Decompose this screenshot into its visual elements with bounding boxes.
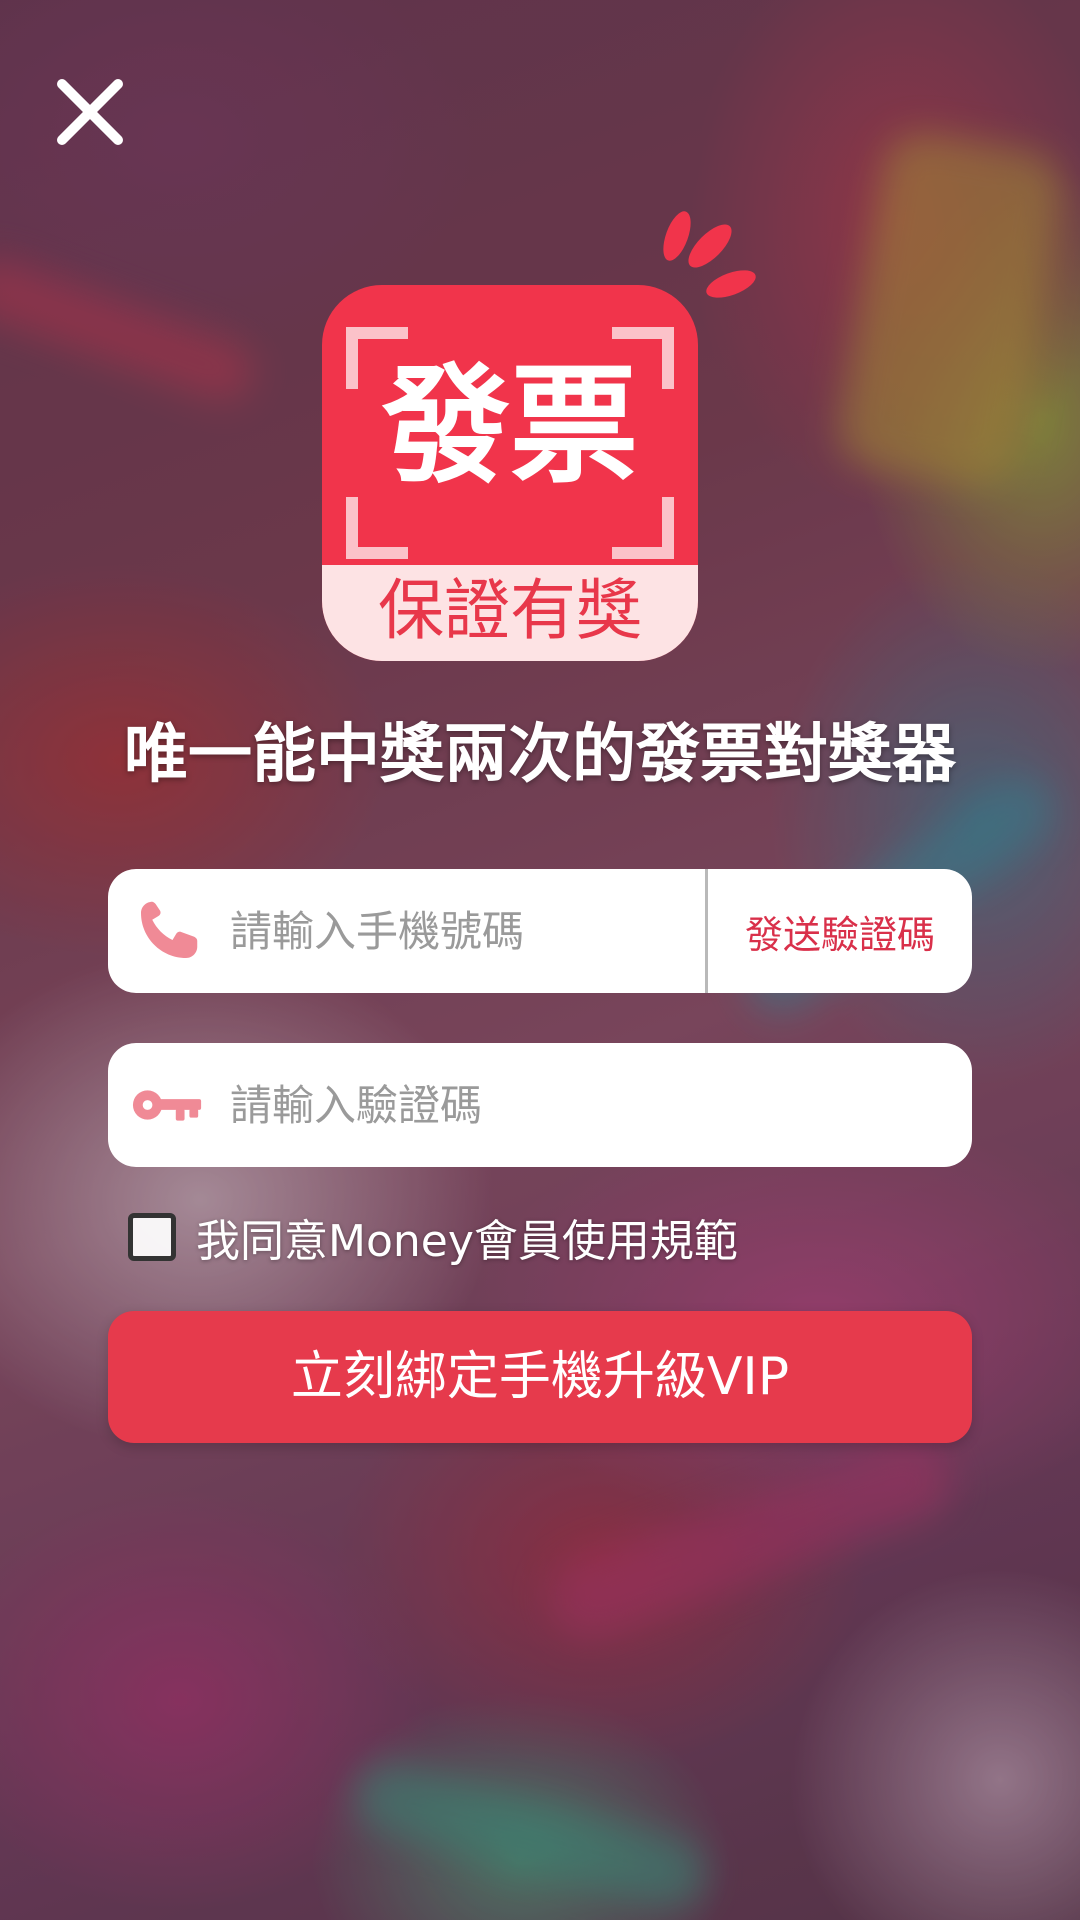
logo-title: 發票	[381, 352, 638, 501]
close-button[interactable]	[52, 74, 128, 150]
frame-corner	[346, 497, 408, 559]
app-logo: 發票 保證有獎	[322, 285, 698, 661]
app-logo-tile: 發票 保證有獎	[322, 285, 698, 661]
agreement-checkbox[interactable]	[128, 1213, 176, 1261]
headline: 唯一能中獎兩次的發票對獎器	[124, 718, 956, 792]
agreement-checkbox-row[interactable]: 我同意Money會員使用規範	[128, 1205, 738, 1269]
verification-code-field[interactable]	[108, 1043, 972, 1167]
phone-field[interactable]: 發送驗證碼	[108, 869, 972, 993]
phone-icon	[130, 893, 206, 969]
close-icon	[57, 79, 123, 145]
login-screen: 發票 保證有獎 唯一能中獎兩次的發票對獎器 發送驗證碼	[0, 0, 1080, 1920]
frame-corner	[612, 497, 674, 559]
verification-code-input[interactable]	[228, 1043, 972, 1167]
bind-phone-vip-button[interactable]: 立刻綁定手機升級VIP	[108, 1311, 972, 1443]
phone-input[interactable]	[228, 869, 705, 993]
agreement-label: 我同意Money會員使用規範	[196, 1216, 738, 1267]
key-icon	[130, 1067, 206, 1143]
logo-subtitle-band: 保證有獎	[322, 565, 698, 661]
send-code-button[interactable]: 發送驗證碼	[708, 904, 972, 959]
logo-subtitle: 保證有獎	[378, 572, 642, 649]
